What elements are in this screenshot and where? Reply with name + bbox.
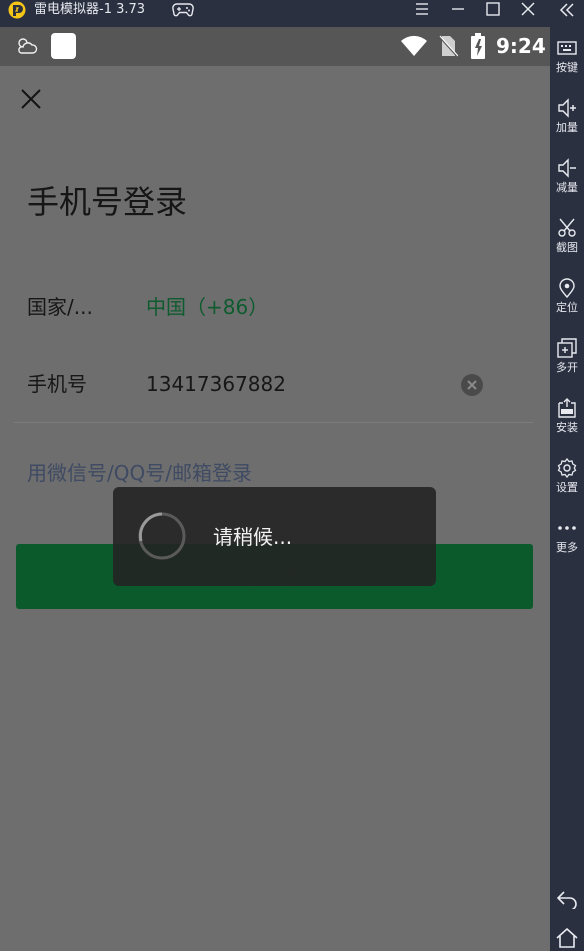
sidebar-item-screenshot[interactable]: 截图 (550, 218, 584, 276)
volume-up-icon (558, 98, 576, 118)
sidebar-item-location[interactable]: 定位 (550, 278, 584, 336)
phone-input[interactable]: 13417367882 (146, 369, 286, 399)
more-dots-icon (558, 526, 576, 530)
toast-text: 请稍候... (213, 525, 293, 549)
sidebar-item-label: 设置 (556, 481, 578, 494)
sidebar-item-more[interactable]: 更多 (550, 518, 584, 576)
loading-spinner-icon (138, 512, 186, 560)
minimize-icon[interactable] (449, 0, 467, 18)
divider (14, 422, 533, 423)
close-window-icon[interactable] (519, 0, 537, 18)
maximize-icon[interactable] (484, 0, 502, 18)
android-status-bar: 9:24 (0, 27, 550, 66)
country-label: 国家/... (27, 295, 93, 319)
location-pin-icon (559, 278, 575, 298)
sidebar-item-install[interactable]: 安装 (550, 398, 584, 456)
notification-square-icon (51, 33, 76, 59)
volume-down-icon (558, 158, 576, 178)
sidebar-item-settings[interactable]: 设置 (550, 458, 584, 516)
phone-label: 手机号 (27, 372, 87, 396)
country-selector[interactable]: 中国（+86） (146, 292, 268, 322)
window-title: 雷电模拟器-1 3.73 (34, 2, 146, 17)
app-logo-icon (8, 1, 26, 19)
sidebar-item-label: 安装 (556, 421, 578, 434)
close-icon[interactable] (20, 88, 42, 110)
emulator-sidebar: 按键 加量 减量 截图 定位 多开 安装 设置 更多 (550, 0, 584, 951)
sidebar-item-volume-up[interactable]: 加量 (550, 98, 584, 156)
page-title: 手机号登录 (27, 183, 188, 221)
apk-install-icon (558, 398, 576, 418)
home-icon[interactable] (556, 928, 578, 948)
wifi-icon (401, 35, 427, 56)
menu-icon[interactable] (413, 0, 431, 18)
status-time: 9:24 (496, 34, 546, 58)
collapse-chevron-icon[interactable] (559, 2, 575, 18)
battery-charging-icon (471, 33, 485, 59)
gamepad-icon[interactable] (172, 2, 194, 17)
multi-instance-icon (557, 338, 577, 358)
sidebar-item-label: 更多 (556, 541, 578, 554)
no-sim-icon (438, 35, 458, 57)
keyboard-icon (557, 41, 577, 55)
sidebar-item-label: 按键 (556, 61, 578, 74)
sidebar-item-label: 定位 (556, 301, 578, 314)
clear-input-icon[interactable] (461, 374, 483, 396)
back-icon[interactable] (556, 889, 578, 909)
sidebar-item-label: 截图 (556, 241, 578, 254)
sidebar-item-volume-down[interactable]: 减量 (550, 158, 584, 216)
sidebar-item-multi-instance[interactable]: 多开 (550, 338, 584, 396)
gear-icon (557, 458, 577, 478)
sidebar-item-label: 减量 (556, 181, 578, 194)
sidebar-item-label: 多开 (556, 361, 578, 374)
weather-icon (18, 38, 38, 54)
alt-login-link[interactable]: 用微信号/QQ号/邮箱登录 (27, 458, 252, 488)
sidebar-item-label: 加量 (556, 121, 578, 134)
sidebar-item-keys[interactable]: 按键 (550, 38, 584, 96)
emulator-titlebar: 雷电模拟器-1 3.73 (0, 0, 584, 19)
loading-toast: 请稍候... (113, 487, 436, 586)
scissors-icon (558, 218, 576, 237)
